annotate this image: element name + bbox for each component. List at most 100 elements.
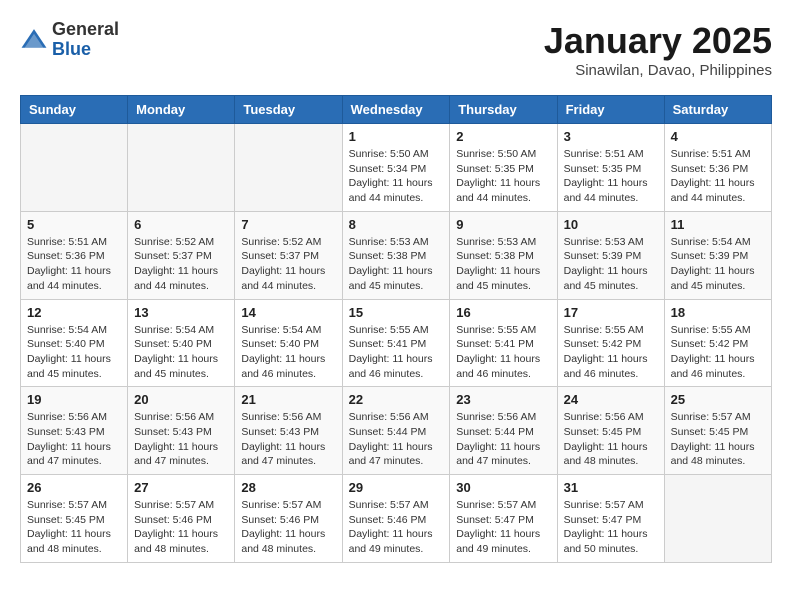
- day-info: Sunrise: 5:57 AMSunset: 5:47 PMDaylight:…: [564, 498, 658, 557]
- day-number: 6: [134, 217, 228, 232]
- day-info: Sunrise: 5:57 AMSunset: 5:46 PMDaylight:…: [349, 498, 444, 557]
- calendar-cell: 19 Sunrise: 5:56 AMSunset: 5:43 PMDayligh…: [21, 387, 128, 475]
- day-number: 19: [27, 392, 121, 407]
- day-info: Sunrise: 5:56 AMSunset: 5:44 PMDaylight:…: [456, 410, 550, 469]
- location: Sinawilan, Davao, Philippines: [544, 62, 772, 79]
- day-info: Sunrise: 5:57 AMSunset: 5:47 PMDaylight:…: [456, 498, 550, 557]
- day-number: 2: [456, 129, 550, 144]
- week-row-1: 1 Sunrise: 5:50 AMSunset: 5:34 PMDaylight…: [21, 124, 772, 212]
- day-number: 8: [349, 217, 444, 232]
- calendar-cell: 11 Sunrise: 5:54 AMSunset: 5:39 PMDayligh…: [664, 211, 771, 299]
- weekday-header-sunday: Sunday: [21, 96, 128, 124]
- day-number: 28: [241, 480, 335, 495]
- calendar-cell: 29 Sunrise: 5:57 AMSunset: 5:46 PMDayligh…: [342, 475, 450, 563]
- day-info: Sunrise: 5:56 AMSunset: 5:43 PMDaylight:…: [27, 410, 121, 469]
- calendar-cell: 17Sunrise: 5:55 AMSunset: 5:42 PMDayligh…: [557, 299, 664, 387]
- day-number: 14: [241, 305, 335, 320]
- calendar-table: SundayMondayTuesdayWednesdayThursdayFrid…: [20, 95, 772, 563]
- day-info: Sunrise: 5:56 AMSunset: 5:43 PMDaylight:…: [241, 410, 335, 469]
- page-header: General Blue January 2025 Sinawilan, Dav…: [20, 20, 772, 79]
- day-number: 18: [671, 305, 765, 320]
- calendar-cell: 30 Sunrise: 5:57 AMSunset: 5:47 PMDayligh…: [450, 475, 557, 563]
- calendar-cell: 14 Sunrise: 5:54 AMSunset: 5:40 PMDayligh…: [235, 299, 342, 387]
- day-info: Sunrise: 5:55 AMSunset: 5:41 PMDaylight:…: [456, 323, 550, 382]
- weekday-header-wednesday: Wednesday: [342, 96, 450, 124]
- day-info: Sunrise: 5:54 AMSunset: 5:40 PMDaylight:…: [27, 323, 121, 382]
- day-number: 9: [456, 217, 550, 232]
- day-info: Sunrise: 5:54 AMSunset: 5:40 PMDaylight:…: [241, 323, 335, 382]
- day-info: Sunrise: 5:53 AMSunset: 5:38 PMDaylight:…: [349, 235, 444, 294]
- day-info: Sunrise: 5:57 AMSunset: 5:46 PMDaylight:…: [241, 498, 335, 557]
- day-info: Sunrise: 5:57 AMSunset: 5:45 PMDaylight:…: [671, 410, 765, 469]
- week-row-4: 19 Sunrise: 5:56 AMSunset: 5:43 PMDayligh…: [21, 387, 772, 475]
- day-info: Sunrise: 5:51 AMSunset: 5:35 PMDaylight:…: [564, 147, 658, 206]
- day-info: Sunrise: 5:55 AMSunset: 5:42 PMDaylight:…: [564, 323, 658, 382]
- calendar-cell: 23 Sunrise: 5:56 AMSunset: 5:44 PMDayligh…: [450, 387, 557, 475]
- weekday-header-row: SundayMondayTuesdayWednesdayThursdayFrid…: [21, 96, 772, 124]
- day-number: 15: [349, 305, 444, 320]
- day-number: 25: [671, 392, 765, 407]
- calendar-cell: [664, 475, 771, 563]
- calendar-cell: 10 Sunrise: 5:53 AMSunset: 5:39 PMDayligh…: [557, 211, 664, 299]
- calendar-cell: 16Sunrise: 5:55 AMSunset: 5:41 PMDayligh…: [450, 299, 557, 387]
- calendar-cell: 28 Sunrise: 5:57 AMSunset: 5:46 PMDayligh…: [235, 475, 342, 563]
- day-info: Sunrise: 5:54 AMSunset: 5:39 PMDaylight:…: [671, 235, 765, 294]
- day-number: 27: [134, 480, 228, 495]
- day-info: Sunrise: 5:52 AMSunset: 5:37 PMDaylight:…: [134, 235, 228, 294]
- calendar-cell: [21, 124, 128, 212]
- weekday-header-saturday: Saturday: [664, 96, 771, 124]
- day-number: 21: [241, 392, 335, 407]
- weekday-header-tuesday: Tuesday: [235, 96, 342, 124]
- calendar-cell: 7Sunrise: 5:52 AMSunset: 5:37 PMDaylight…: [235, 211, 342, 299]
- day-number: 3: [564, 129, 658, 144]
- calendar-cell: 18 Sunrise: 5:55 AMSunset: 5:42 PMDayligh…: [664, 299, 771, 387]
- day-number: 26: [27, 480, 121, 495]
- day-number: 23: [456, 392, 550, 407]
- calendar-cell: 4Sunrise: 5:51 AMSunset: 5:36 PMDaylight…: [664, 124, 771, 212]
- day-info: Sunrise: 5:55 AMSunset: 5:41 PMDaylight:…: [349, 323, 444, 382]
- day-info: Sunrise: 5:53 AMSunset: 5:39 PMDaylight:…: [564, 235, 658, 294]
- day-info: Sunrise: 5:51 AMSunset: 5:36 PMDaylight:…: [27, 235, 121, 294]
- day-info: Sunrise: 5:56 AMSunset: 5:44 PMDaylight:…: [349, 410, 444, 469]
- day-number: 1: [349, 129, 444, 144]
- calendar-cell: [235, 124, 342, 212]
- weekday-header-thursday: Thursday: [450, 96, 557, 124]
- day-number: 10: [564, 217, 658, 232]
- day-number: 5: [27, 217, 121, 232]
- day-number: 30: [456, 480, 550, 495]
- day-info: Sunrise: 5:50 AMSunset: 5:35 PMDaylight:…: [456, 147, 550, 206]
- day-info: Sunrise: 5:56 AMSunset: 5:43 PMDaylight:…: [134, 410, 228, 469]
- day-info: Sunrise: 5:53 AMSunset: 5:38 PMDaylight:…: [456, 235, 550, 294]
- logo-text: General Blue: [52, 20, 119, 60]
- day-number: 4: [671, 129, 765, 144]
- calendar-cell: 6 Sunrise: 5:52 AMSunset: 5:37 PMDaylight…: [128, 211, 235, 299]
- logo: General Blue: [20, 20, 119, 60]
- day-info: Sunrise: 5:50 AMSunset: 5:34 PMDaylight:…: [349, 147, 444, 206]
- calendar-cell: 1 Sunrise: 5:50 AMSunset: 5:34 PMDaylight…: [342, 124, 450, 212]
- weekday-header-friday: Friday: [557, 96, 664, 124]
- calendar-cell: [128, 124, 235, 212]
- calendar-cell: 27 Sunrise: 5:57 AMSunset: 5:46 PMDayligh…: [128, 475, 235, 563]
- week-row-3: 12Sunrise: 5:54 AMSunset: 5:40 PMDayligh…: [21, 299, 772, 387]
- day-info: Sunrise: 5:56 AMSunset: 5:45 PMDaylight:…: [564, 410, 658, 469]
- day-number: 13: [134, 305, 228, 320]
- calendar-cell: 5 Sunrise: 5:51 AMSunset: 5:36 PMDaylight…: [21, 211, 128, 299]
- logo-blue: Blue: [52, 39, 91, 59]
- day-number: 11: [671, 217, 765, 232]
- weekday-header-monday: Monday: [128, 96, 235, 124]
- day-number: 31: [564, 480, 658, 495]
- month-title: January 2025: [544, 20, 772, 62]
- day-number: 22: [349, 392, 444, 407]
- calendar-cell: 20 Sunrise: 5:56 AMSunset: 5:43 PMDayligh…: [128, 387, 235, 475]
- calendar-cell: 21 Sunrise: 5:56 AMSunset: 5:43 PMDayligh…: [235, 387, 342, 475]
- day-info: Sunrise: 5:55 AMSunset: 5:42 PMDaylight:…: [671, 323, 765, 382]
- calendar-cell: 22 Sunrise: 5:56 AMSunset: 5:44 PMDayligh…: [342, 387, 450, 475]
- day-info: Sunrise: 5:52 AMSunset: 5:37 PMDaylight:…: [241, 235, 335, 294]
- day-number: 29: [349, 480, 444, 495]
- day-info: Sunrise: 5:57 AMSunset: 5:46 PMDaylight:…: [134, 498, 228, 557]
- day-number: 20: [134, 392, 228, 407]
- calendar-cell: 3 Sunrise: 5:51 AMSunset: 5:35 PMDaylight…: [557, 124, 664, 212]
- title-block: January 2025 Sinawilan, Davao, Philippin…: [544, 20, 772, 79]
- day-info: Sunrise: 5:57 AMSunset: 5:45 PMDaylight:…: [27, 498, 121, 557]
- calendar-cell: 9 Sunrise: 5:53 AMSunset: 5:38 PMDaylight…: [450, 211, 557, 299]
